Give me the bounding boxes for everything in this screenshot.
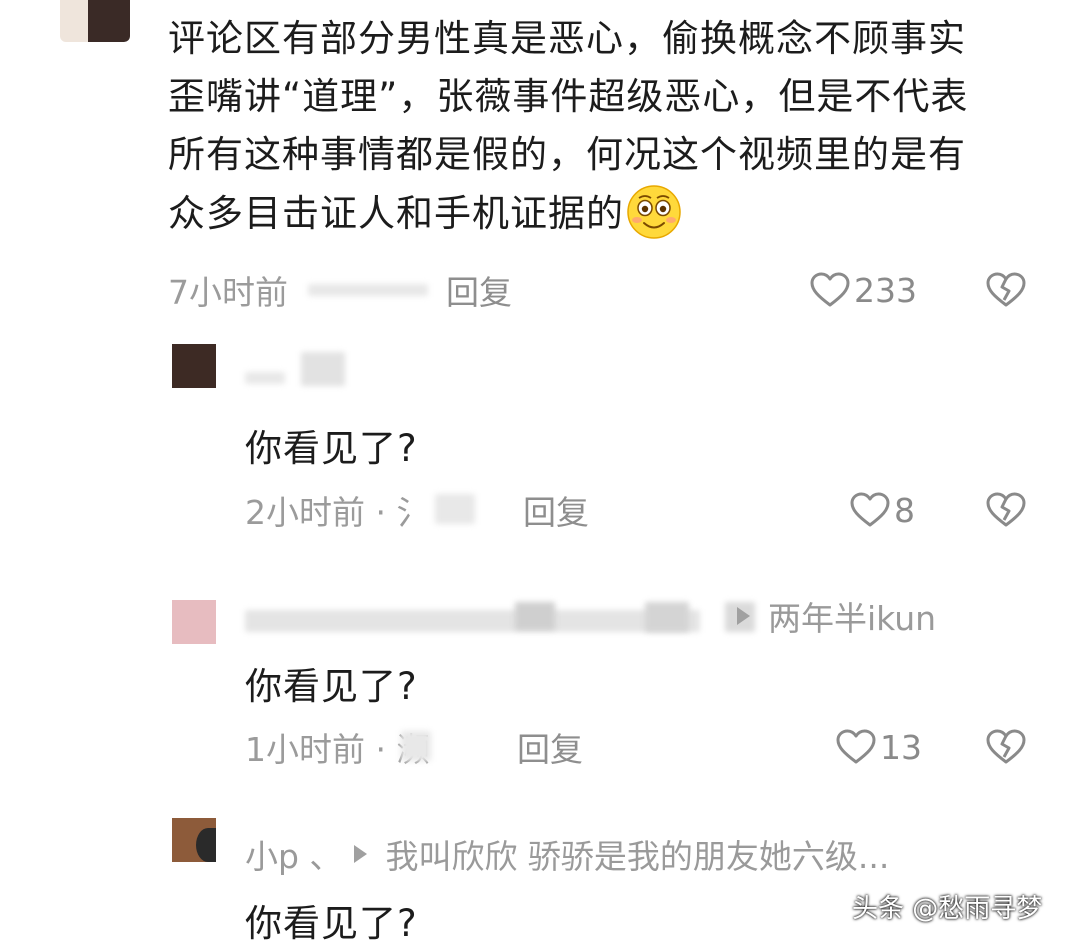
like-button[interactable]: 8	[850, 488, 915, 532]
redacted-username	[515, 602, 555, 630]
reply-time: 2小时前 · 氵	[245, 493, 430, 532]
reply-target[interactable]: 两年半ikun	[731, 592, 936, 640]
redacted-username	[245, 372, 285, 384]
reply-name-row: 小p 、 我叫欣欣 骄骄是我的朋友她六级...	[245, 832, 1045, 876]
redacted-location	[401, 731, 431, 761]
reply-name-row: 两年半ikun	[245, 594, 1025, 638]
heart-icon	[810, 272, 850, 307]
reply-text: 你看见了?	[245, 427, 418, 470]
redacted-location	[308, 284, 428, 296]
dislike-button[interactable]	[986, 272, 1026, 312]
smiling-face-icon	[626, 184, 682, 240]
reply-username[interactable]: 小p 、	[245, 830, 342, 878]
redacted-username	[245, 610, 700, 632]
redacted-username	[645, 602, 689, 632]
broken-heart-icon	[986, 492, 1026, 527]
reply-avatar[interactable]	[172, 344, 216, 388]
comment-line: 歪嘴讲“道理”，张薇事件超级恶心，但是不代表	[168, 75, 969, 118]
comment-line: 所有这种事情都是假的，何况这个视频里的是有	[168, 133, 966, 176]
reply-button[interactable]: 回复	[517, 723, 583, 771]
comment-line: 众多目击证人和手机证据的	[168, 184, 1048, 243]
dislike-button[interactable]	[986, 492, 1026, 532]
avatar-left-part	[60, 0, 88, 42]
reply-target[interactable]: 我叫欣欣 骄骄是我的朋友她六级...	[348, 830, 889, 878]
like-count: 8	[894, 490, 915, 530]
redacted-username	[301, 352, 345, 386]
reply-avatar[interactable]	[172, 600, 216, 644]
reply-button[interactable]: 回复	[446, 266, 512, 314]
reply-arrow-icon	[354, 845, 368, 863]
reply-target-name: 我叫欣欣 骄骄是我的朋友她六级...	[385, 837, 890, 876]
like-count: 233	[854, 270, 917, 310]
reply-name-row	[245, 350, 545, 394]
redacted-location	[435, 494, 475, 524]
like-button[interactable]: 13	[836, 725, 922, 769]
broken-heart-icon	[986, 729, 1026, 764]
comment-meta: 7小时前 回复	[168, 268, 668, 312]
reply-text: 你看见了?	[245, 902, 418, 945]
broken-heart-icon	[986, 272, 1026, 307]
reply-meta: 2小时前 · 氵 回复	[245, 488, 645, 532]
reply-avatar[interactable]	[172, 818, 216, 862]
heart-icon	[850, 492, 890, 527]
comment-line-text: 众多目击证人和手机证据的	[168, 192, 624, 235]
comment-line: 评论区有部分男性真是恶心，偷换概念不顾事实	[168, 17, 966, 60]
comment-text: 评论区有部分男性真是恶心，偷换概念不顾事实 歪嘴讲“道理”，张薇事件超级恶心，但…	[168, 10, 1048, 243]
heart-icon	[836, 729, 876, 764]
like-count: 13	[880, 727, 922, 767]
reply-target-name: 两年半ikun	[768, 599, 937, 638]
avatar-detail	[196, 828, 216, 862]
avatar-right-part	[88, 0, 130, 42]
watermark: 头条 @愁雨寻梦	[852, 894, 1043, 924]
reply-button[interactable]: 回复	[523, 486, 589, 534]
comment-time: 7小时前	[168, 273, 288, 312]
reply-meta: 1小时前 · 濒 回复	[245, 725, 645, 769]
dislike-button[interactable]	[986, 729, 1026, 769]
reply-text: 你看见了?	[245, 665, 418, 708]
avatar[interactable]	[60, 0, 130, 42]
like-button[interactable]: 233	[810, 268, 917, 312]
reply-arrow-icon	[737, 607, 750, 625]
